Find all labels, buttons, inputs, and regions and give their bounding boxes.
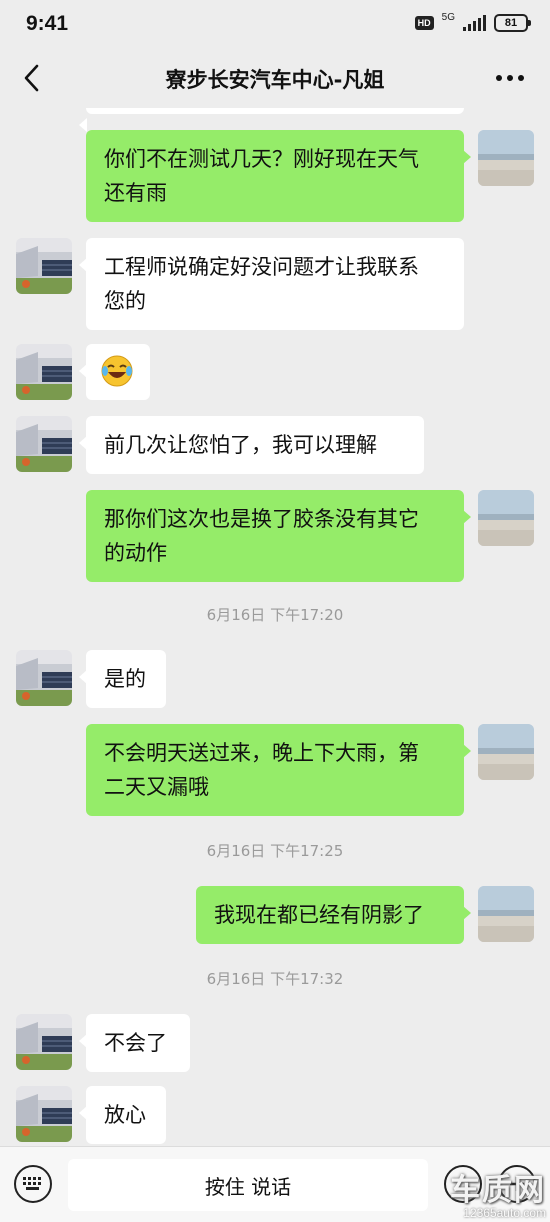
message-bubble[interactable]: 是的 <box>79 650 166 708</box>
message-row: 是的 <box>0 650 550 708</box>
message-bubble[interactable]: 工程师说确定好没问题才让我联系 您的 <box>79 238 464 330</box>
building-avatar-icon <box>16 344 72 400</box>
battery-icon: 81 <box>494 14 531 32</box>
status-bar: 9:41 HD 5G 81 <box>0 0 550 50</box>
message-bubble[interactable]: 放心 <box>79 1086 166 1144</box>
watermark: 车质网 12365auto.com <box>450 1173 546 1221</box>
signal-icon <box>463 15 486 31</box>
building-avatar-icon <box>16 1086 72 1142</box>
message-row: 你们不在测试几天？刚好现在天气 还有雨 <box>0 130 550 222</box>
message-row: 放心 <box>0 1086 550 1144</box>
battery-level: 81 <box>504 17 518 29</box>
message-bubble[interactable]: 那你们这次也是换了胶条没有其它 的动作 <box>86 490 471 582</box>
message-bubble[interactable]: 不会明天送过来，晚上下大雨，第 二天又漏哦 <box>86 724 471 816</box>
beach-avatar-icon <box>478 886 534 942</box>
message-list[interactable]: 你们不在测试几天？刚好现在天气 还有雨 工程师说确定好没问题才让我联系 您的 前… <box>0 108 550 1146</box>
message-row: 不会明天送过来，晚上下大雨，第 二天又漏哦 <box>0 724 550 816</box>
building-avatar-icon <box>16 238 72 294</box>
my-avatar[interactable] <box>478 130 534 186</box>
timestamp: 6月16日 下午17:32 <box>206 970 344 988</box>
contact-avatar[interactable] <box>16 416 72 472</box>
status-time: 9:41 <box>26 12 69 35</box>
hd-badge: HD <box>414 16 434 30</box>
message-row: 工程师说确定好没问题才让我联系 您的 <box>0 238 550 330</box>
message-line: 不会了 <box>104 1031 167 1055</box>
message-line: 工程师说确定好没问题才让我联系 <box>104 255 419 279</box>
message-line: 还有雨 <box>104 181 167 205</box>
message-bubble[interactable]: 不会了 <box>79 1014 190 1072</box>
message-row-partial <box>0 108 550 132</box>
message-line: 二天又漏哦 <box>104 775 209 799</box>
building-avatar-icon <box>16 650 72 706</box>
message-line: 前几次让您怕了，我可以理解 <box>104 433 377 457</box>
message-line: 你们不在测试几天？刚好现在天气 <box>104 147 419 171</box>
message-line: 您的 <box>104 289 146 313</box>
watermark-brand: 车质网 <box>450 1173 546 1208</box>
contact-avatar[interactable] <box>16 650 72 706</box>
my-avatar[interactable] <box>478 724 534 780</box>
network-label: 5G <box>441 11 455 23</box>
keyboard-toggle-button[interactable] <box>14 1165 52 1203</box>
contact-avatar[interactable] <box>16 1086 72 1142</box>
message-line: 的动作 <box>104 541 167 565</box>
chat-title: 寮步长安汽车中心-凡姐 <box>165 68 385 92</box>
more-options-button[interactable] <box>490 60 530 96</box>
input-bar: 按住 说话 车质网 12365auto.com <box>0 1146 550 1222</box>
message-row: 不会了 <box>0 1014 550 1072</box>
message-row <box>0 344 550 400</box>
message-bubble[interactable]: 前几次让您怕了，我可以理解 <box>79 416 424 474</box>
message-line: 那你们这次也是换了胶条没有其它 <box>104 507 419 531</box>
laughing-crying-emoji-icon <box>101 355 133 387</box>
beach-avatar-icon <box>478 724 534 780</box>
message-line: 放心 <box>104 1103 146 1127</box>
beach-avatar-icon <box>478 130 534 186</box>
message-bubble[interactable]: 你们不在测试几天？刚好现在天气 还有雨 <box>86 130 471 222</box>
my-avatar[interactable] <box>478 886 534 942</box>
status-indicators: HD 5G 81 <box>414 11 531 32</box>
contact-avatar[interactable] <box>16 238 72 294</box>
message-line: 是的 <box>104 667 146 691</box>
watermark-site: 12365auto.com <box>463 1206 546 1220</box>
keyboard-icon <box>23 1177 41 1190</box>
contact-avatar[interactable] <box>16 344 72 400</box>
message-bubble[interactable]: 我现在都已经有阴影了 <box>196 886 471 944</box>
message-line: 不会明天送过来，晚上下大雨，第 <box>104 741 419 765</box>
hold-to-talk-button[interactable]: 按住 说话 <box>68 1159 428 1211</box>
my-avatar[interactable] <box>478 490 534 546</box>
chat-header: 寮步长安汽车中心-凡姐 <box>0 50 550 108</box>
building-avatar-icon <box>16 1014 72 1070</box>
message-row: 我现在都已经有阴影了 <box>0 886 550 944</box>
message-line: 我现在都已经有阴影了 <box>214 903 424 927</box>
contact-avatar[interactable] <box>16 1014 72 1070</box>
more-dots-icon <box>496 75 524 81</box>
message-bubble[interactable] <box>79 344 150 400</box>
message-bubble-partial <box>79 108 464 132</box>
building-avatar-icon <box>16 416 72 472</box>
beach-avatar-icon <box>478 490 534 546</box>
message-row: 前几次让您怕了，我可以理解 <box>0 416 550 474</box>
timestamp: 6月16日 下午17:20 <box>206 606 344 624</box>
timestamp: 6月16日 下午17:25 <box>206 842 344 860</box>
message-row: 那你们这次也是换了胶条没有其它 的动作 <box>0 490 550 582</box>
